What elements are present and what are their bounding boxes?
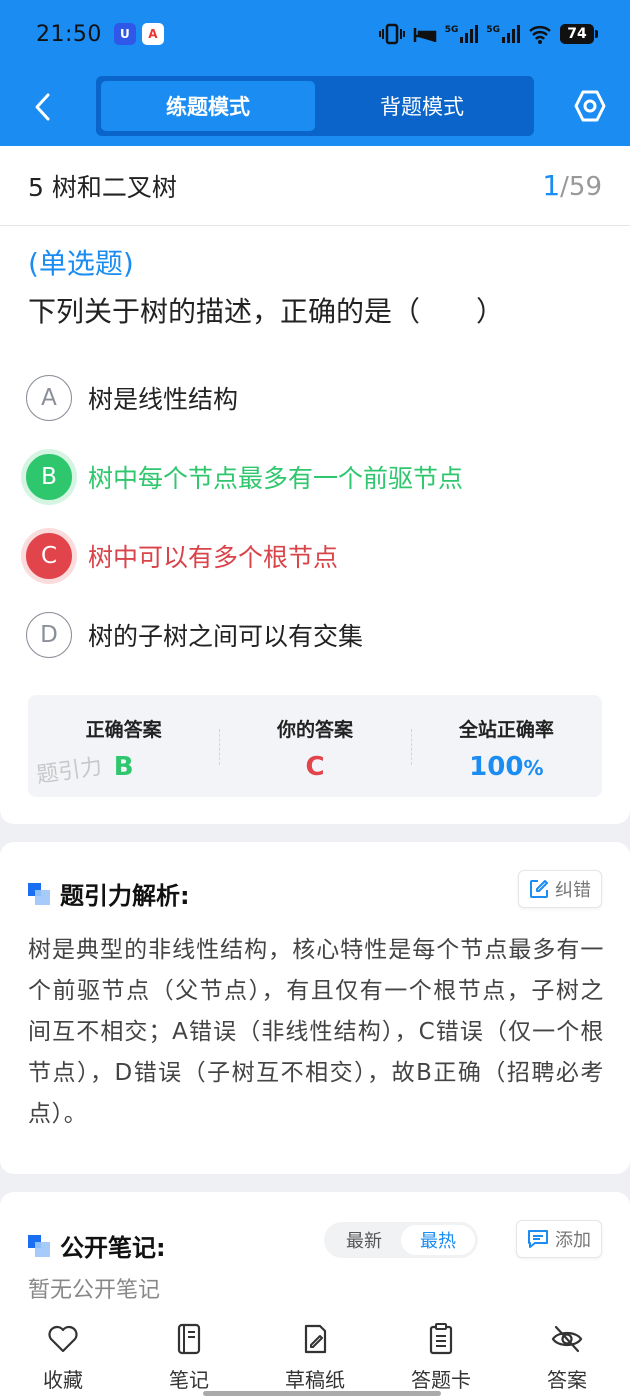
status-indicators: 5G 5G 74 [378,23,598,45]
comment-icon [528,1230,548,1248]
option-b[interactable]: B 树中每个节点最多有一个前驱节点 [26,452,463,502]
sort-latest[interactable]: 最新 [327,1225,401,1255]
question-type-tag: (单选题) [28,247,134,280]
analysis-card: 题引力解析: 纠错 树是典型的非线性结构，核心特性是每个节点最多有一个前驱节点（… [0,842,630,1174]
add-note-label: 添加 [555,1230,591,1251]
your-answer-stat: 你的答案 C [219,695,410,797]
wifi-icon [529,26,551,44]
watermark: 题引力 [34,754,104,789]
correct-answer-value: B [113,752,134,782]
answer-sheet-icon [429,1323,453,1355]
current-question-number: 1 [542,169,561,202]
gear-icon [574,90,606,122]
app-u-icon: U [113,23,136,45]
your-answer-label: 你的答案 [276,719,353,741]
notes-label: 笔记 [169,1368,209,1392]
report-error-label: 纠错 [555,880,591,901]
question-counter[interactable]: 1/59 [542,169,602,202]
notes-button[interactable]: 笔记 [126,1310,252,1400]
chapter-title: 5 树和二叉树 [28,172,177,202]
chevron-left-icon [35,93,50,121]
notebook-icon [177,1323,201,1355]
option-letter: A [26,375,72,421]
status-time: 21:50 [36,21,102,47]
option-letter: C [26,533,72,579]
heart-icon [48,1325,78,1353]
edit-icon [530,880,548,898]
report-error-button[interactable]: 纠错 [518,870,602,908]
battery-indicator: 74 [560,24,598,44]
answer-result-panel: 正确答案 B 题引力 你的答案 C 全站正确率 100% [28,695,602,797]
question-card: 5 树和二叉树 1/59 (单选题) 下列关于树的描述，正确的是（ ） A 树是线… [0,146,630,824]
network-5g-1: 5G [445,25,479,43]
accuracy-rate-label: 全站正确率 [458,719,554,741]
option-text: 树中可以有多个根节点 [88,543,339,572]
correct-answer-stat: 正确答案 B 题引力 [28,695,219,797]
option-text: 树是线性结构 [88,385,239,414]
status-bar: 21:50 U A 5G 5G 74 [36,16,598,52]
back-button[interactable] [22,82,62,132]
counter-separator: / [560,172,569,202]
accuracy-rate-stat: 全站正确率 100% [410,695,602,797]
add-note-button[interactable]: 添加 [516,1220,602,1258]
settings-button[interactable] [568,84,612,128]
favorite-label: 收藏 [43,1368,83,1392]
question-text: 下列关于树的描述，正确的是（ ） [28,295,505,328]
correct-answer-label: 正确答案 [85,719,162,741]
tab-practice-mode[interactable]: 练题模式 [101,81,315,131]
favorite-button[interactable]: 收藏 [0,1310,126,1400]
network-5g-2: 5G [486,25,520,43]
tab-memorize-mode[interactable]: 背题模式 [315,81,529,131]
option-a[interactable]: A 树是线性结构 [26,373,238,423]
your-answer-value: C [305,752,325,782]
sort-hottest[interactable]: 最热 [401,1225,475,1255]
bed-icon [413,28,436,42]
status-app-icons: U A [113,23,164,45]
analysis-text: 树是典型的非线性结构，核心特性是每个节点最多有一个前驱节点（父节点），有且仅有一… [28,937,604,1127]
app-header: 21:50 U A 5G 5G 74 练题模式 背题模式 [0,0,630,146]
empty-notes-text: 暂无公开笔记 [28,1278,161,1303]
eye-off-icon [551,1325,583,1353]
analysis-heading: 题引力解析: [28,876,190,911]
question-header: 5 树和二叉树 1/59 [0,146,630,226]
notes-sort-toggle: 最新 最热 [324,1222,478,1258]
home-indicator[interactable] [203,1391,441,1396]
answer-sheet-label: 答题卡 [411,1368,471,1392]
accuracy-rate-value: 100% [469,752,544,782]
notes-heading: 公开笔记: [28,1228,166,1263]
analysis-title: 题引力解析: [60,882,190,910]
mode-switch: 练题模式 背题模式 [96,76,534,136]
notes-title: 公开笔记: [60,1234,166,1262]
section-square-icon [28,1234,50,1257]
vibrate-icon [378,23,405,45]
draft-paper-label: 草稿纸 [285,1368,345,1392]
show-answer-button[interactable]: 答案 [504,1310,630,1400]
option-letter: D [26,612,72,658]
total-questions: 59 [568,172,602,202]
option-text: 树中每个节点最多有一个前驱节点 [88,464,464,493]
option-letter: B [26,454,72,500]
option-d[interactable]: D 树的子树之间可以有交集 [26,610,363,660]
answer-sheet-button[interactable]: 答题卡 [378,1310,504,1400]
option-c[interactable]: C 树中可以有多个根节点 [26,531,338,581]
app-a-icon: A [141,23,164,45]
show-answer-label: 答案 [547,1368,587,1392]
draft-pen-icon [304,1324,327,1354]
draft-paper-button[interactable]: 草稿纸 [252,1310,378,1400]
section-square-icon [28,882,50,905]
option-text: 树的子树之间可以有交集 [88,622,364,651]
bottom-toolbar: 收藏 笔记 草稿纸 答题卡 答案 [0,1310,630,1400]
question-stem: (单选题) 下列关于树的描述，正确的是（ ） [28,240,598,336]
